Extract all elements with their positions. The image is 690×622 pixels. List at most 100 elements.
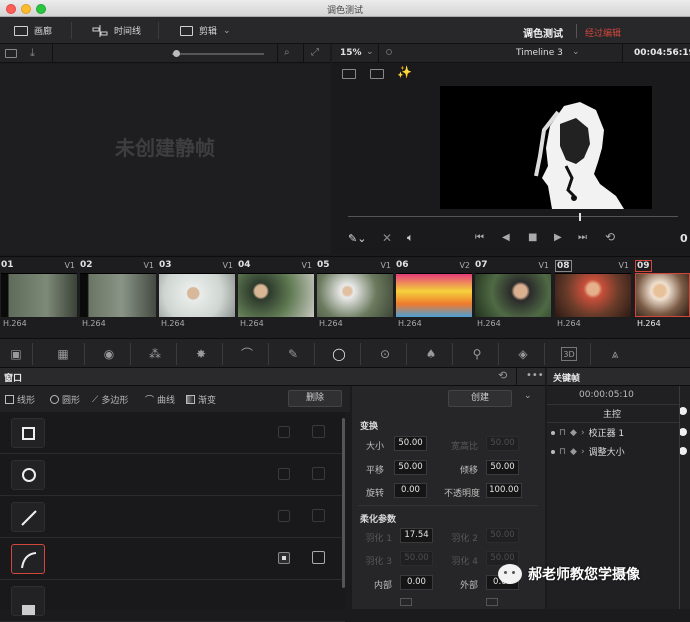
list-item[interactable] xyxy=(0,412,345,454)
gradient-plus-icon xyxy=(186,395,195,404)
list-item[interactable] xyxy=(0,454,345,496)
timeline-select[interactable]: Timeline 3 xyxy=(516,48,563,58)
timeline-button[interactable]: 时间线 xyxy=(92,24,141,37)
play-icon[interactable]: ▶ xyxy=(554,232,562,243)
blur-icon[interactable]: ♠ xyxy=(423,347,439,361)
tracker-icon[interactable]: ⊙ xyxy=(377,347,393,361)
camera-raw-icon[interactable]: ▣ xyxy=(8,347,24,361)
playhead-marker[interactable] xyxy=(579,213,581,221)
soft2-field[interactable]: 50.00 xyxy=(486,528,519,543)
reset-icon[interactable]: ⟲ xyxy=(498,369,507,382)
clip-thumbnail[interactable]: 07 V1 H.264 xyxy=(475,259,553,335)
add-polygon-window-button[interactable]: ⟋ 多边形 xyxy=(92,393,128,407)
motion-effects-icon[interactable]: ✸ xyxy=(193,347,209,361)
keyframe-track[interactable]: ⊓ ◆ › 校正器 1 xyxy=(551,426,624,439)
window-menu-icon[interactable] xyxy=(312,551,325,564)
tilt-field[interactable]: 50.00 xyxy=(486,460,519,475)
zoom-select[interactable]: 15% xyxy=(340,48,362,58)
more-options-icon[interactable]: ••• xyxy=(526,370,544,381)
opacity-field[interactable]: 100.00 xyxy=(486,483,522,498)
window-menu-icon[interactable] xyxy=(312,467,325,480)
thumbnail-size-slider[interactable] xyxy=(172,53,264,55)
inside-field[interactable]: 0.00 xyxy=(400,575,433,590)
eyedropper-icon[interactable]: ✎⌄ xyxy=(348,232,366,245)
key-icon[interactable]: ⚲ xyxy=(469,347,485,361)
rotate-field[interactable]: 0.00 xyxy=(394,483,427,498)
diamond-icon: ◆ xyxy=(570,446,577,457)
viewer-mode-icon[interactable] xyxy=(342,69,356,79)
clip-thumbnail[interactable]: 06 V2 H.264 xyxy=(396,259,474,335)
delete-button[interactable]: 删除 xyxy=(288,390,342,407)
expand-icon[interactable]: ⤢ xyxy=(311,47,319,58)
loop-icon[interactable]: ⟲ xyxy=(605,230,615,244)
project-name: 调色测试 xyxy=(523,29,563,40)
3d-icon[interactable]: 3D xyxy=(561,347,577,361)
scopes-icon[interactable]: ⩓ xyxy=(607,347,623,361)
keyframe-track[interactable]: ⊓ ◆ › 调整大小 xyxy=(551,445,625,458)
split-view-icon[interactable] xyxy=(370,69,384,79)
audio-icon[interactable]: 🔈︎ xyxy=(407,231,414,245)
pan-field[interactable]: 50.00 xyxy=(394,460,427,475)
step-back-icon[interactable]: ◀ xyxy=(502,232,510,243)
window-menu-icon[interactable] xyxy=(312,509,325,522)
rgb-mixer-icon[interactable]: ⁂ xyxy=(147,347,163,361)
enable-checkbox[interactable] xyxy=(278,552,290,564)
clip-thumbnail[interactable]: 01 V1 H.264 xyxy=(1,259,79,335)
scrubber-track[interactable] xyxy=(348,216,678,217)
list-item[interactable] xyxy=(0,580,345,622)
line-window-preset[interactable] xyxy=(11,502,45,532)
import-icon[interactable]: ⤓ xyxy=(30,46,35,60)
color-wheels-icon[interactable]: ◉ xyxy=(101,347,117,361)
dot-icon xyxy=(551,430,555,435)
curve-window-preset[interactable] xyxy=(11,544,45,574)
create-button[interactable]: 创建 xyxy=(448,390,512,407)
clip-image xyxy=(635,273,690,317)
qualifier-icon[interactable]: ✎ xyxy=(285,347,301,361)
aspect-field[interactable]: 50.00 xyxy=(486,436,519,451)
sizing-icon[interactable]: ◈ xyxy=(515,347,531,361)
rotate-label: 旋转 xyxy=(365,489,384,499)
gradient-window-preset[interactable] xyxy=(11,586,45,616)
magic-wand-icon[interactable]: ✨ xyxy=(397,65,412,79)
add-curve-window-button[interactable]: ⌒ 曲线 xyxy=(145,393,175,406)
track-label: 调整大小 xyxy=(588,448,625,458)
clip-thumbnail-selected[interactable]: 09 H.264 xyxy=(635,259,690,335)
size-field[interactable]: 50.00 xyxy=(394,436,427,451)
crossfade-icon[interactable]: ✕ xyxy=(382,231,392,245)
list-item[interactable] xyxy=(0,496,345,538)
skip-to-start-icon[interactable]: ⏮︎ xyxy=(475,232,484,243)
stop-icon[interactable]: ■ xyxy=(528,232,537,243)
curves-icon[interactable]: ⌒ xyxy=(239,347,255,361)
clip-thumbnail[interactable]: 03 V1 H.264 xyxy=(159,259,237,335)
square-window-preset[interactable] xyxy=(11,418,45,448)
enable-checkbox[interactable] xyxy=(278,510,290,522)
window-menu-icon[interactable] xyxy=(312,425,325,438)
enable-checkbox[interactable] xyxy=(278,426,290,438)
linear-label: 线形 xyxy=(17,396,36,406)
clip-thumbnail[interactable]: 05 V1 H.264 xyxy=(317,259,395,335)
page-toolbar: 画廊 时间线 剪辑 ⌄ 调色测试 经过编辑 xyxy=(0,17,690,44)
clip-thumbnail[interactable]: 08 V1 H.264 xyxy=(555,259,633,335)
clip-thumbnail[interactable]: 04 V1 H.264 xyxy=(238,259,316,335)
chevron-down-icon: ⌄ xyxy=(572,47,580,57)
window-icon[interactable]: ◯ xyxy=(331,347,347,361)
skip-to-end-icon[interactable]: ⏭︎ xyxy=(578,232,587,243)
list-item-selected[interactable] xyxy=(0,538,345,580)
clip-thumbnail[interactable]: 02 V1 H.264 xyxy=(80,259,158,335)
add-circle-window-button[interactable]: 圆形 xyxy=(50,393,80,406)
list-scrollbar[interactable] xyxy=(342,418,345,588)
soft3-field[interactable]: 50.00 xyxy=(400,551,433,566)
slider-handle[interactable] xyxy=(173,50,180,57)
chevron-down-icon[interactable]: ⌄ xyxy=(524,391,532,401)
search-icon[interactable]: ⌕ xyxy=(284,47,290,58)
edit-button[interactable]: 剪辑 ⌄ xyxy=(180,24,231,37)
soft1-field[interactable]: 17.54 xyxy=(400,528,433,543)
add-linear-window-button[interactable]: 线形 xyxy=(5,393,35,406)
gallery-button[interactable]: 画廊 xyxy=(14,24,52,37)
circle-window-preset[interactable] xyxy=(11,460,45,490)
gallery-empty-text: 未创建静帧 xyxy=(115,136,215,160)
enable-checkbox[interactable] xyxy=(278,468,290,480)
color-match-icon[interactable]: ▦ xyxy=(55,347,71,361)
add-gradient-window-button[interactable]: 渐变 xyxy=(186,393,216,406)
layout-icon[interactable] xyxy=(5,49,17,58)
